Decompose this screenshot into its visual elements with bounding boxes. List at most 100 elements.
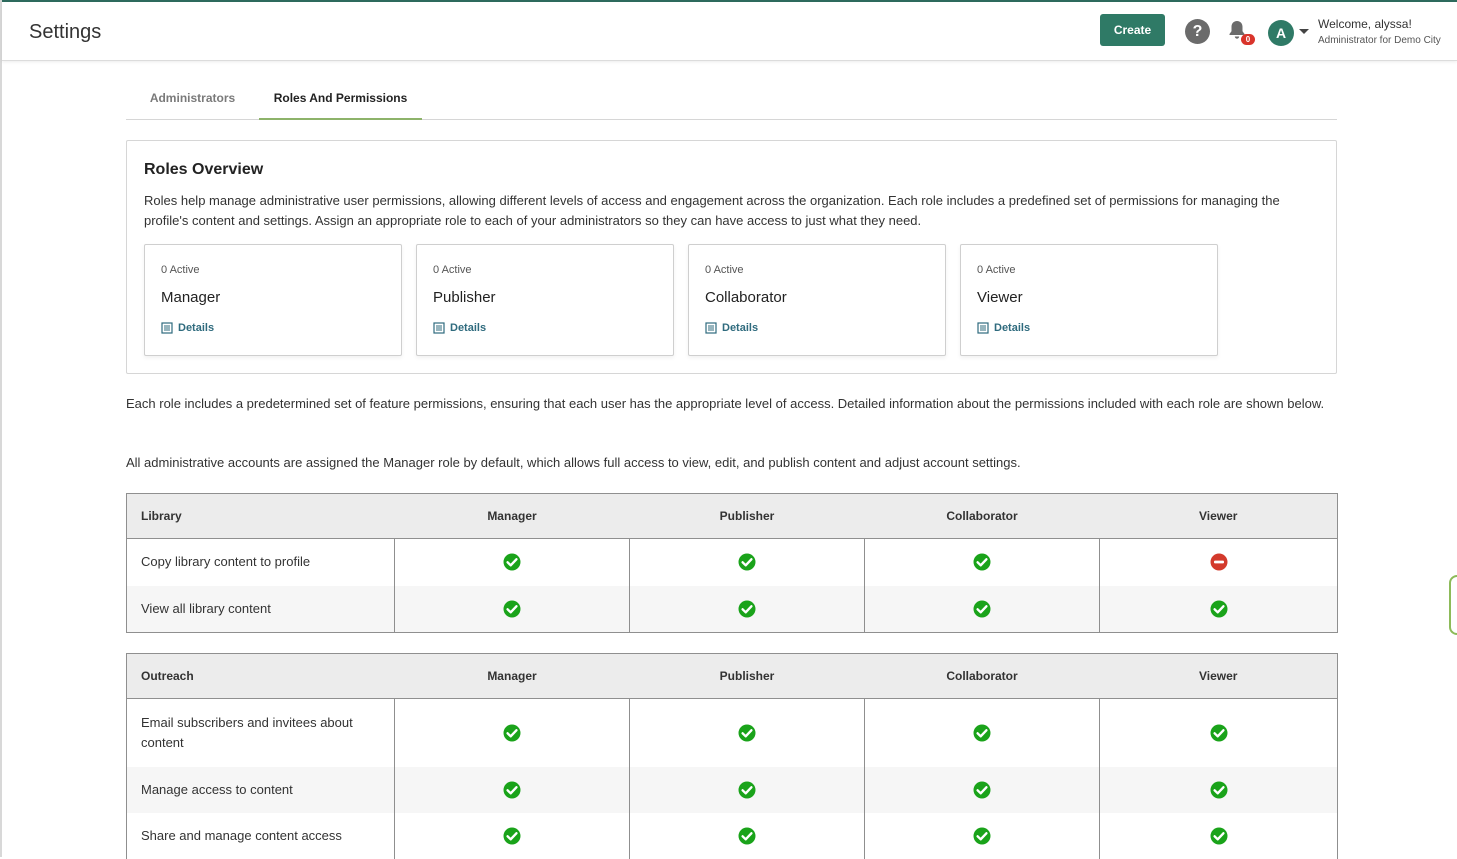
left-edge [0,0,2,857]
permission-cell [1099,698,1338,767]
check-circle-icon [738,553,756,571]
column-header: Manager [394,493,630,539]
role-details-label: Details [178,322,215,334]
check-circle-icon [1210,827,1228,845]
role-details-link[interactable]: Details [977,322,1030,334]
feature-name: View all library content [126,585,395,633]
role-name: Publisher [433,289,496,306]
notifications-button[interactable]: 0 [1225,18,1255,46]
permission-cell [864,538,1100,586]
settings-tabs: Administrators Roles And Permissions [126,78,1337,120]
permission-cell [864,766,1100,813]
permission-cell [394,698,630,767]
check-circle-icon [738,827,756,845]
permissions-intro-text: Each role includes a predetermined set o… [126,396,1325,411]
permission-cell [629,538,865,586]
feedback-tab[interactable] [1449,575,1457,635]
check-circle-icon [1210,781,1228,799]
permission-cell [864,698,1100,767]
document-list-icon [977,322,989,334]
role-details-label: Details [994,322,1031,334]
role-details-link[interactable]: Details [433,322,486,334]
roles-overview-description: Roles help manage administrative user pe… [144,193,1280,228]
document-list-icon [433,322,445,334]
role-active-count: 0 Active [433,264,472,276]
role-details-label: Details [450,322,487,334]
top-bar: Settings Create ? 0 A Welcome, alyssa! A… [2,2,1457,61]
check-circle-icon [1210,600,1228,618]
check-circle-icon [973,827,991,845]
permission-cell [394,538,630,586]
document-list-icon [705,322,717,334]
role-card-collaborator: 0 Active Collaborator Details [688,244,946,356]
check-circle-icon [503,553,521,571]
permission-cell [1099,538,1338,586]
check-circle-icon [503,827,521,845]
permission-cell [1099,766,1338,813]
role-name: Manager [161,289,221,306]
document-list-icon [161,322,173,334]
permission-cell [864,585,1100,633]
table-row: Share and manage content access [126,812,1338,859]
account-role-text: Administrator for Demo City [1318,35,1441,46]
column-header: Publisher [629,653,865,699]
role-name: Viewer [977,289,1023,306]
roles-overview-title: Roles Overview [144,161,264,178]
table-row: Email subscribers and invitees about con… [126,698,1338,767]
outreach-permissions-table: Outreach Manager Publisher Collaborator … [126,653,1338,859]
feature-name: Copy library content to profile [126,538,395,586]
permission-cell [394,766,630,813]
create-button[interactable]: Create [1100,14,1165,46]
section-header: Outreach [126,653,395,699]
check-circle-icon [503,781,521,799]
column-header: Collaborator [864,653,1100,699]
chevron-down-icon[interactable] [1299,29,1309,34]
minus-circle-icon [1210,553,1228,571]
feature-name: Email subscribers and invitees about con… [126,698,395,767]
check-circle-icon [973,600,991,618]
check-circle-icon [503,600,521,618]
column-header: Collaborator [864,493,1100,539]
default-role-text: All administrative accounts are assigned… [126,455,1021,470]
table-header-row: Outreach Manager Publisher Collaborator … [126,653,1338,699]
column-header: Manager [394,653,630,699]
permission-cell [1099,812,1338,859]
role-active-count: 0 Active [705,264,744,276]
role-active-count: 0 Active [161,264,200,276]
permission-cell [1099,585,1338,633]
tab-administrators[interactable]: Administrators [126,78,259,118]
check-circle-icon [738,781,756,799]
permission-cell [629,585,865,633]
permission-cell [394,812,630,859]
role-details-label: Details [722,322,759,334]
permission-cell [629,812,865,859]
table-row: View all library content [126,585,1338,633]
notification-count-badge: 0 [1241,34,1255,45]
column-header: Publisher [629,493,865,539]
role-card-viewer: 0 Active Viewer Details [960,244,1218,356]
permission-cell [629,698,865,767]
permission-cell [394,585,630,633]
role-name: Collaborator [705,289,787,306]
help-icon[interactable]: ? [1185,19,1210,44]
column-header: Viewer [1099,653,1338,699]
permission-cell [864,812,1100,859]
check-circle-icon [973,781,991,799]
check-circle-icon [503,724,521,742]
check-circle-icon [1210,724,1228,742]
column-header: Viewer [1099,493,1338,539]
tab-roles-and-permissions[interactable]: Roles And Permissions [259,78,422,120]
library-permissions-table: Library Manager Publisher Collaborator V… [126,493,1338,633]
welcome-text: Welcome, alyssa! [1318,17,1412,31]
section-header: Library [126,493,395,539]
table-header-row: Library Manager Publisher Collaborator V… [126,493,1338,539]
role-details-link[interactable]: Details [161,322,214,334]
role-details-link[interactable]: Details [705,322,758,334]
page-title: Settings [29,21,102,43]
avatar[interactable]: A [1268,20,1294,46]
role-card-publisher: 0 Active Publisher Details [416,244,674,356]
feature-name: Manage access to content [126,766,395,813]
check-circle-icon [738,724,756,742]
table-row: Manage access to content [126,766,1338,813]
check-circle-icon [973,553,991,571]
